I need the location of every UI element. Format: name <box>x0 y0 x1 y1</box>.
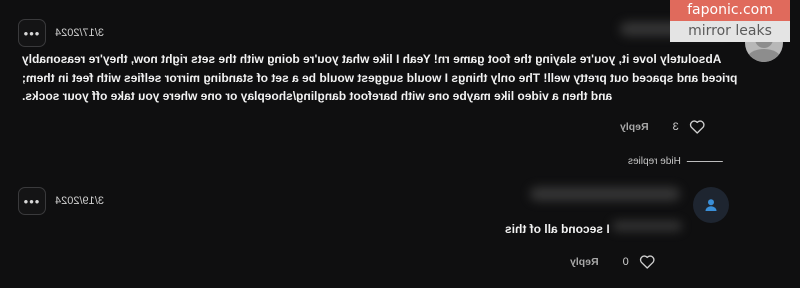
hide-replies-label: Hide replies <box>628 156 681 167</box>
user-icon <box>705 199 717 211</box>
like-count: 3 <box>672 120 679 133</box>
watermark-line: faponic.com <box>670 0 790 21</box>
comment-body: Absolutely love it, you're slaying the f… <box>22 50 786 106</box>
more-icon: ••• <box>23 25 41 41</box>
heart-icon[interactable] <box>639 254 656 269</box>
comment-line: I second all of this <box>505 222 610 236</box>
comment-actions: 3 Reply <box>620 119 706 134</box>
more-icon: ••• <box>23 193 41 209</box>
heart-icon[interactable] <box>689 119 706 134</box>
reply-button[interactable]: Reply <box>570 256 599 268</box>
more-options-button[interactable]: ••• <box>18 187 46 215</box>
hide-replies-toggle[interactable]: Hide replies <box>628 156 723 167</box>
username-redacted <box>530 187 680 201</box>
comment-line: priced and spaced out pretty well! The o… <box>22 70 738 85</box>
comment-body: I second all of this <box>505 220 615 239</box>
watermark: faponic.com mirror leaks <box>670 0 790 42</box>
reply-button[interactable]: Reply <box>620 121 649 133</box>
comment-line: and then a video like maybe one with bar… <box>22 89 613 103</box>
comment-actions: 0 Reply <box>570 254 656 269</box>
redacted-text <box>612 221 682 231</box>
more-options-button[interactable]: ••• <box>18 19 46 47</box>
avatar[interactable] <box>693 187 729 223</box>
watermark-line: mirror leaks <box>670 21 790 42</box>
comment-date: 3/19/2024 <box>55 195 104 207</box>
comment-date: 3/17/2024 <box>55 27 104 39</box>
like-count: 0 <box>622 255 629 268</box>
divider <box>686 161 723 162</box>
comment-line: Absolutely love it, you're slaying the f… <box>22 52 722 66</box>
